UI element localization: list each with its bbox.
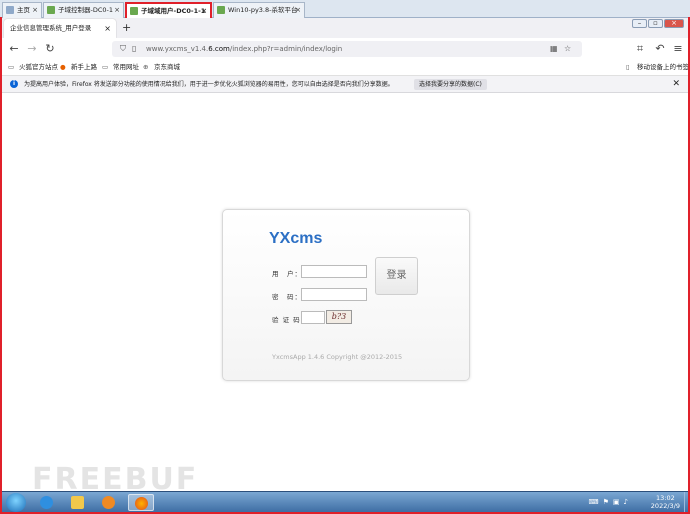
bookmark-item[interactable]: ▭ 常用网址 [102, 60, 139, 75]
username-input[interactable] [301, 265, 367, 278]
start-button[interactable] [6, 493, 26, 512]
flag-icon[interactable]: ⚑ [603, 498, 609, 506]
vm-tab-dc[interactable]: 子域控制器-DC0-1 × [43, 2, 124, 18]
minimize-button[interactable]: – [632, 19, 647, 28]
vm-tab-label: 子域域用户-DC0-1-1 [141, 7, 206, 15]
vm-tab-label: 主页 [17, 6, 30, 14]
bookmark-label: 火狐官方站点 [19, 63, 58, 71]
new-tab-button[interactable]: + [122, 20, 131, 36]
system-tray: ⌨ ⚑ ▣ ♪ [585, 498, 628, 506]
password-input[interactable] [301, 288, 367, 301]
address-bar[interactable]: ⛉ ▯ www.yxcms_v1.4.6.com/index.php?r=adm… [112, 41, 582, 57]
clock[interactable]: 13:02 2022/3/9 [651, 494, 680, 510]
folder-icon: ▭ [8, 63, 15, 71]
login-box: YXcms 用 户： 密 码： 验 证 码： b?3 登录 YxcmsApp 1… [222, 209, 470, 381]
notification-message: 为提高用户体验，Firefox 将发送部分功能的使用情况给我们，用于进一步优化火… [24, 81, 394, 88]
browser-tab-bar: 企业信息管理系统_用户登录 × + – ▫ × [2, 18, 688, 38]
vm-tab-label: 子域控制器-DC0-1 [58, 6, 114, 14]
media-player-icon [102, 496, 115, 509]
password-label: 密 码： [272, 293, 302, 301]
network-icon[interactable]: ▣ [613, 498, 620, 506]
taskbar-firefox[interactable] [128, 494, 154, 511]
close-icon[interactable]: × [32, 3, 38, 17]
shield-icon[interactable]: ⛉ [120, 41, 126, 57]
home-icon [6, 6, 14, 14]
bookmark-item[interactable]: ▭ 火狐官方站点 [8, 60, 58, 75]
folder-icon [71, 496, 84, 509]
globe-icon: ⊕ [143, 63, 149, 71]
taskbar: ⌨ ⚑ ▣ ♪ 13:02 2022/3/9 [2, 491, 688, 513]
choose-data-button[interactable]: 选择我要分享的数据(C) [414, 79, 487, 90]
window-close-button[interactable]: × [664, 19, 684, 28]
page-info-icon[interactable]: ▯ [132, 41, 136, 57]
close-notification-icon[interactable]: ✕ [672, 76, 680, 93]
page-content: YXcms 用 户： 密 码： 验 证 码： b?3 登录 YxcmsApp 1… [2, 93, 688, 491]
mobile-bookmarks-label: 移动设备上的书签 [637, 63, 689, 71]
url-path: /index.php?r=admin/index/login [229, 45, 343, 53]
vm-icon [217, 6, 225, 14]
close-icon[interactable]: × [114, 3, 120, 17]
browser-tab-title: 企业信息管理系统_用户登录 [10, 24, 92, 32]
back-button[interactable]: ← [6, 41, 22, 57]
browser-tab[interactable]: 企业信息管理系统_用户登录 × [4, 19, 116, 38]
menu-icon[interactable]: ≡ [670, 41, 686, 57]
vm-tab-domain-user[interactable]: 子域域用户-DC0-1-1 × [125, 2, 212, 18]
vm-icon [130, 7, 138, 15]
bookmark-item[interactable]: ● 新手上路 [60, 60, 97, 75]
keyboard-icon[interactable]: ⌨ [589, 498, 599, 506]
window-controls: – ▫ × [631, 19, 684, 28]
url-host: 6.com [208, 45, 230, 53]
taskbar-ie[interactable] [34, 494, 60, 511]
firefox-icon [135, 497, 148, 510]
navigation-bar: ← → ↻ ⛉ ▯ www.yxcms_v1.4.6.com/index.php… [2, 38, 688, 60]
notification-bar: i 为提高用户体验，Firefox 将发送部分功能的使用情况给我们，用于进一步优… [2, 76, 688, 93]
vm-tab-strip: 主页 × 子域控制器-DC0-1 × 子域域用户-DC0-1-1 × Win10… [0, 0, 690, 18]
bookmark-label: 常用网址 [113, 63, 139, 71]
close-icon[interactable]: × [295, 3, 301, 17]
forward-button[interactable]: → [24, 41, 40, 57]
captcha-image[interactable]: b?3 [326, 310, 352, 324]
captcha-input[interactable] [301, 311, 325, 324]
username-label: 用 户： [272, 270, 302, 278]
taskbar-media-player[interactable] [96, 494, 122, 511]
volume-icon[interactable]: ♪ [624, 498, 628, 506]
mobile-bookmarks[interactable]: ▯ 移动设备上的书签 [626, 60, 689, 75]
firefox-icon: ● [60, 63, 66, 71]
mobile-icon: ▯ [626, 63, 630, 71]
ie-icon [40, 496, 53, 509]
maximize-button[interactable]: ▫ [648, 19, 663, 28]
reload-button[interactable]: ↻ [42, 41, 58, 57]
vm-tab-label: Win10-py3.8-杀软平台 [228, 6, 298, 14]
qr-code-icon[interactable]: ▦ [550, 41, 558, 57]
clock-time: 13:02 [656, 494, 675, 502]
vm-icon [47, 6, 55, 14]
folder-icon: ▭ [102, 63, 109, 71]
vm-tab-win10[interactable]: Win10-py3.8-杀软平台 × [213, 2, 305, 18]
bookmark-label: 京东商城 [154, 63, 180, 71]
undo-icon[interactable]: ↶ [652, 41, 668, 57]
screenshot-icon[interactable]: ⌗ [632, 41, 648, 57]
show-desktop-button[interactable] [684, 492, 688, 513]
bookmarks-toolbar: ▭ 火狐官方站点 ● 新手上路 ▭ 常用网址 ⊕ 京东商城 ▯ 移动设备上的书签 [2, 60, 689, 76]
info-icon: i [10, 80, 18, 88]
bookmark-star-icon[interactable]: ☆ [564, 41, 571, 57]
close-tab-icon[interactable]: × [104, 19, 111, 38]
bookmark-label: 新手上路 [71, 63, 97, 71]
close-icon[interactable]: × [201, 4, 207, 18]
clock-date: 2022/3/9 [650, 502, 680, 510]
vm-tab-home[interactable]: 主页 × [2, 2, 42, 18]
login-button[interactable]: 登录 [375, 257, 418, 295]
bookmark-item[interactable]: ⊕ 京东商城 [143, 60, 180, 75]
taskbar-explorer[interactable] [65, 494, 91, 511]
copyright-text: YxcmsApp 1.4.6 Copyright @2012-2015 [272, 353, 403, 361]
yxcms-logo: YXcms [269, 230, 323, 247]
url-prefix: www.yxcms_v1.4. [146, 45, 209, 53]
